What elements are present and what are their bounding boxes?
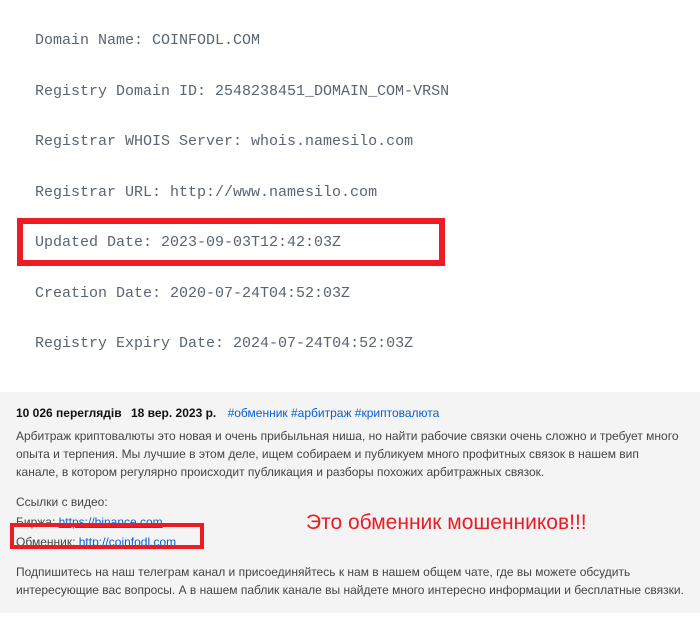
whois-label: Updated Date: — [35, 234, 161, 251]
whois-label: Registry Domain ID: — [35, 83, 215, 100]
description-panel: 10 026 переглядів 18 вер. 2023 р. #обмен… — [0, 392, 700, 613]
whois-registry-id: Registry Domain ID: 2548238451_DOMAIN_CO… — [35, 81, 665, 104]
meta-row: 10 026 переглядів 18 вер. 2023 р. #обмен… — [16, 404, 684, 422]
whois-value: 2023-09-03T12:42:03Z — [161, 234, 341, 251]
whois-value: 2020-07-24T04:52:03Z — [170, 285, 350, 302]
whois-expiry-date: Registry Expiry Date: 2024-07-24T04:52:0… — [35, 333, 665, 356]
exchanger-label: Обменник: — [16, 535, 79, 549]
whois-domain-name: Domain Name: COINFODL.COM — [35, 30, 665, 53]
whois-label: Registry Expiry Date: — [35, 335, 233, 352]
views-count: 10 026 переглядів — [16, 406, 122, 420]
whois-registrar-url: Registrar URL: http://www.namesilo.com — [35, 182, 665, 205]
whois-label: Registrar URL: — [35, 184, 170, 201]
whois-label: Registrar WHOIS Server: — [35, 133, 251, 150]
whois-label: Creation Date: — [35, 285, 170, 302]
whois-value: http://www.namesilo.com — [170, 184, 377, 201]
links-block: Ссылки с видео: Биржа: https://binance.c… — [16, 493, 684, 551]
publish-date: 18 вер. 2023 р. — [131, 406, 216, 420]
whois-updated-date: Updated Date: 2023-09-03T12:42:03Z — [35, 232, 665, 255]
highlight-wrapper: Updated Date: 2023-09-03T12:42:03Z — [35, 232, 341, 255]
whois-value: 2548238451_DOMAIN_COM-VRSN — [215, 83, 449, 100]
whois-panel: Domain Name: COINFODL.COM Registry Domai… — [0, 0, 700, 384]
footer-text: Подпишитесь на наш телеграм канал и прис… — [16, 563, 684, 599]
whois-creation-date: Creation Date: 2020-07-24T04:52:03Z — [35, 283, 665, 306]
hashtags-link[interactable]: #обменник #арбитраж #криптовалюта — [228, 406, 440, 420]
description-text: Арбитраж криптовалюты это новая и очень … — [16, 427, 684, 481]
exchange-label: Биржа: — [16, 515, 59, 529]
whois-label: Domain Name: — [35, 32, 152, 49]
exchanger-link[interactable]: http://coinfodl.com — [79, 535, 176, 549]
whois-server: Registrar WHOIS Server: whois.namesilo.c… — [35, 131, 665, 154]
exchange-link[interactable]: https://binance.com — [59, 515, 163, 529]
whois-value: COINFODL.COM — [152, 32, 260, 49]
whois-value: whois.namesilo.com — [251, 133, 413, 150]
scam-warning: Это обменник мошенников!!! — [306, 507, 587, 539]
whois-value: 2024-07-24T04:52:03Z — [233, 335, 413, 352]
